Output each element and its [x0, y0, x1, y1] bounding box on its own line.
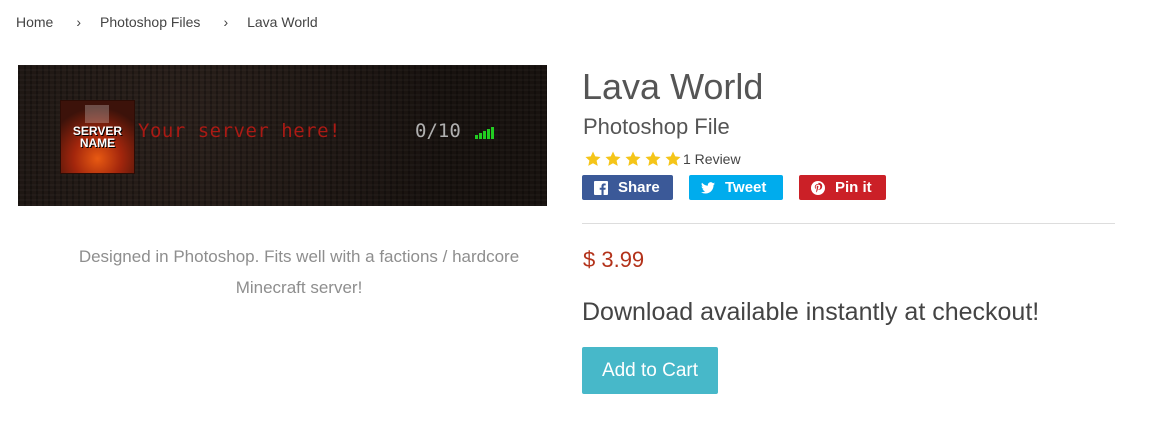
product-image-banner[interactable]: SERVER NAME Your server here! 0/10	[18, 65, 547, 206]
tweet-label: Tweet	[725, 179, 767, 196]
facebook-icon	[594, 180, 608, 195]
star-rating	[583, 150, 683, 168]
facebook-share-button[interactable]: Share	[582, 175, 673, 200]
star-icon	[625, 151, 641, 166]
server-icon: SERVER NAME	[60, 100, 135, 174]
player-count: 0/10	[415, 120, 461, 142]
server-name-text: SERVER NAME	[72, 124, 123, 150]
chevron-right-icon: ›	[76, 14, 82, 30]
star-icon	[665, 151, 681, 166]
download-note: Download available instantly at checkout…	[582, 298, 1040, 326]
product-subtitle: Photoshop File	[583, 114, 730, 139]
chevron-right-icon: ›	[223, 14, 229, 30]
divider	[582, 223, 1115, 224]
breadcrumb: Home › Photoshop Files › Lava World	[16, 14, 318, 30]
product-title: Lava World	[582, 66, 764, 107]
social-share-buttons: Share Tweet Pin it	[582, 175, 902, 200]
review-count-link[interactable]: 1 Review	[683, 151, 741, 167]
server-motd-text: Your server here!	[138, 120, 341, 142]
star-icon	[585, 151, 601, 166]
share-label: Share	[618, 179, 660, 196]
signal-bars-icon	[475, 125, 497, 139]
breadcrumb-photoshop-files-link[interactable]: Photoshop Files	[100, 14, 200, 30]
product-price: $ 3.99	[583, 247, 645, 272]
breadcrumb-current: Lava World	[247, 14, 318, 30]
twitter-bird-icon	[701, 181, 715, 194]
pinterest-pin-button[interactable]: Pin it	[799, 175, 886, 200]
breadcrumb-home-link[interactable]: Home	[16, 14, 53, 30]
cube-icon	[85, 105, 109, 123]
star-icon	[605, 151, 621, 166]
pin-it-label: Pin it	[835, 179, 872, 196]
star-icon	[645, 151, 661, 166]
product-rating[interactable]: 1 Review	[583, 150, 741, 168]
product-description: Designed in Photoshop. Fits well with a …	[78, 247, 520, 297]
twitter-tweet-button[interactable]: Tweet	[689, 175, 783, 200]
pinterest-icon	[811, 180, 825, 195]
add-to-cart-button[interactable]: Add to Cart	[582, 347, 718, 394]
